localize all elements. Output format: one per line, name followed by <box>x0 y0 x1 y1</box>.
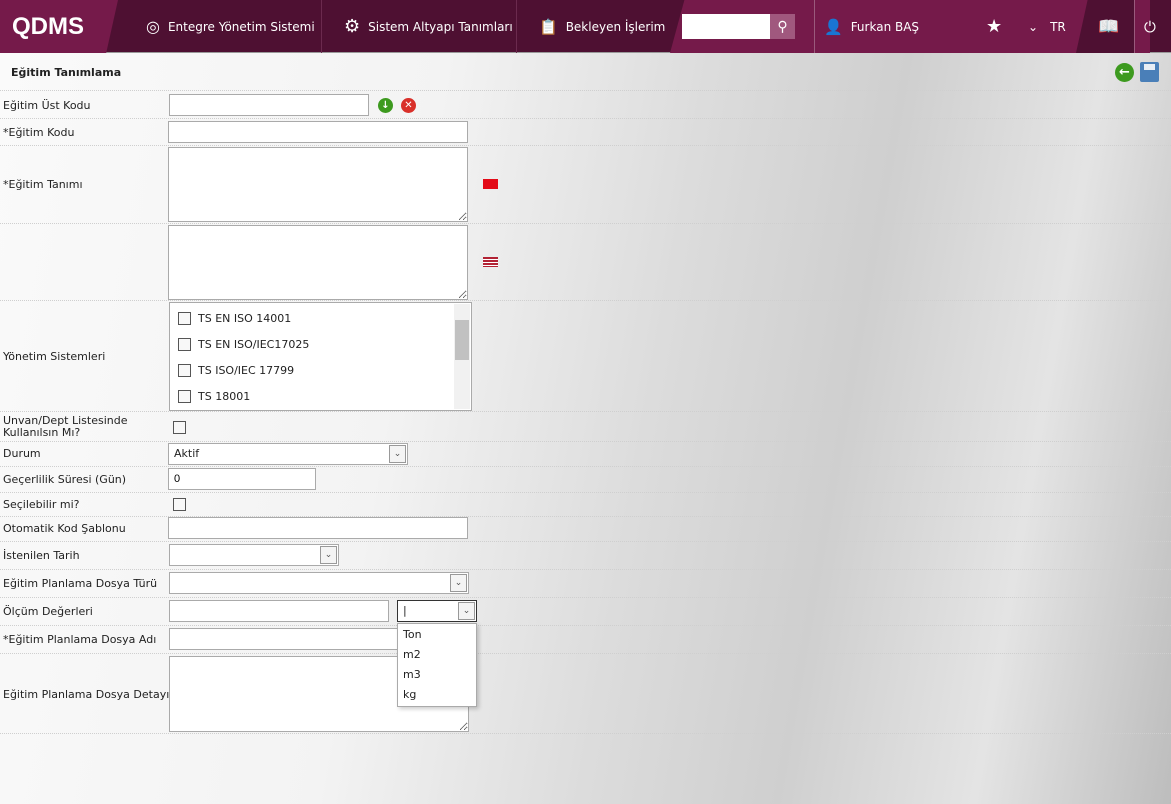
nav-sistem-altyapi[interactable]: ⚙ Sistem Altyapı Tanımları <box>322 0 517 53</box>
label-tarih: İstenilen Tarih <box>3 549 80 562</box>
label-dosya-adi: *Eğitim Planlama Dosya Adı <box>3 633 157 646</box>
chevron-down-icon: ⌄ <box>1028 19 1039 34</box>
arrow-left-icon: ← <box>1119 65 1130 80</box>
star-icon: ★ <box>986 16 1003 37</box>
chevron-down-icon: ⌄ <box>450 574 467 592</box>
secilebilir-checkbox[interactable] <box>173 498 186 511</box>
unit-dropdown-menu: Ton m2 m3 kg <box>397 623 477 707</box>
yonetim-sistemleri-list[interactable]: TS EN ISO 14001 TS EN ISO/IEC17025 TS IS… <box>169 302 472 411</box>
power-icon: ⏻ <box>1144 17 1156 36</box>
list-item[interactable]: TS 18001 <box>178 390 250 403</box>
label-tanimi: *Eğitim Tanımı <box>3 178 83 191</box>
label-gecerlilik: Geçerlilik Süresi (Gün) <box>3 473 127 486</box>
unit-option[interactable]: Ton <box>398 626 476 646</box>
floppy-icon <box>1144 64 1155 70</box>
user-icon: 👤 <box>824 17 843 36</box>
checkbox[interactable] <box>178 390 191 403</box>
language-select[interactable]: ⌄ TR <box>1028 0 1066 53</box>
list-item[interactable]: TS EN ISO/IEC17025 <box>178 338 309 351</box>
list-item[interactable]: TS ISO/IEC 17799 <box>178 364 294 377</box>
label-kodu: *Eğitim Kodu <box>3 126 75 139</box>
kodu-input[interactable] <box>168 121 468 143</box>
close-icon: ✕ <box>404 100 413 111</box>
search-input[interactable] <box>682 14 770 39</box>
list-item[interactable]: TS EN ISO 14001 <box>178 312 291 325</box>
chevron-down-icon: ⌄ <box>320 546 337 564</box>
search-icon: ⚲ <box>777 18 788 35</box>
unit-option[interactable]: m2 <box>398 646 476 666</box>
label-durum: Durum <box>3 447 41 460</box>
tanimi-tr-textarea[interactable] <box>168 147 468 222</box>
label-secilebilir: Seçilebilir mi? <box>3 498 80 511</box>
olcum-input[interactable] <box>169 600 389 622</box>
gear-icon: ⚙ <box>344 16 361 37</box>
book-icon: 📖 <box>1098 16 1120 37</box>
unit-option[interactable]: kg <box>398 686 476 706</box>
checkbox[interactable] <box>178 312 191 325</box>
user-menu[interactable]: 👤 Furkan BAŞ <box>824 0 919 53</box>
turkish-flag-icon[interactable] <box>483 179 498 189</box>
gecerlilik-input[interactable] <box>168 468 316 490</box>
label-unvan: Unvan/Dept Listesinde Kullanılsın Mı? <box>3 414 128 439</box>
logout-button[interactable]: ⏻ <box>1144 0 1156 53</box>
clear-button[interactable]: ✕ <box>401 98 416 113</box>
olcum-unit-select[interactable]: | ⌄ <box>397 600 477 622</box>
unit-option[interactable]: m3 <box>398 666 476 686</box>
favorites-button[interactable]: ★ <box>986 0 1002 53</box>
arrow-down-icon: ↓ <box>381 100 390 111</box>
ust-kodu-input[interactable] <box>169 94 369 116</box>
chevron-down-icon: ⌄ <box>458 602 475 620</box>
clipboard-icon: 📋 <box>539 17 558 36</box>
help-button[interactable]: 📖 <box>1098 0 1119 53</box>
label-olcum: Ölçüm Değerleri <box>3 605 93 618</box>
chevron-down-icon: ⌄ <box>389 445 406 463</box>
checkbox[interactable] <box>178 338 191 351</box>
nav-bekleyen-islerim[interactable]: 📋 Bekleyen İşlerim <box>517 0 677 53</box>
label-ust-kodu: Eğitim Üst Kodu <box>3 99 91 112</box>
checkbox[interactable] <box>178 364 191 377</box>
search-button[interactable]: ⚲ <box>770 14 795 39</box>
sablon-input[interactable] <box>168 517 468 539</box>
label-dosya-detay: Eğitim Planlama Dosya Detayı <box>3 688 170 701</box>
label-sablon: Otomatik Kod Şablonu <box>3 522 126 535</box>
label-yonetim: Yönetim Sistemleri <box>3 350 106 363</box>
tanimi-en-textarea[interactable] <box>168 225 468 300</box>
nav-entegre-yonetim[interactable]: ◎ Entegre Yönetim Sistemi <box>118 0 322 53</box>
save-button[interactable] <box>1140 62 1159 82</box>
select-button[interactable]: ↓ <box>378 98 393 113</box>
unvan-checkbox[interactable] <box>173 421 186 434</box>
dosya-turu-select[interactable]: ⌄ <box>169 572 469 594</box>
label-dosya-turu: Eğitim Planlama Dosya Türü <box>3 577 158 590</box>
durum-select[interactable]: Aktif ⌄ <box>168 443 408 465</box>
scrollbar[interactable] <box>454 304 470 409</box>
english-flag-icon[interactable] <box>483 257 498 267</box>
tarih-select[interactable]: ⌄ <box>169 544 339 566</box>
page-title: Eğitim Tanımlama <box>11 66 122 79</box>
qdms-logo[interactable]: QDMS <box>0 0 118 53</box>
q-icon: ◎ <box>146 17 160 36</box>
back-button[interactable]: ← <box>1115 63 1134 82</box>
top-navigation-bar: QDMS ◎ Entegre Yönetim Sistemi ⚙ Sistem Al… <box>0 0 1171 53</box>
